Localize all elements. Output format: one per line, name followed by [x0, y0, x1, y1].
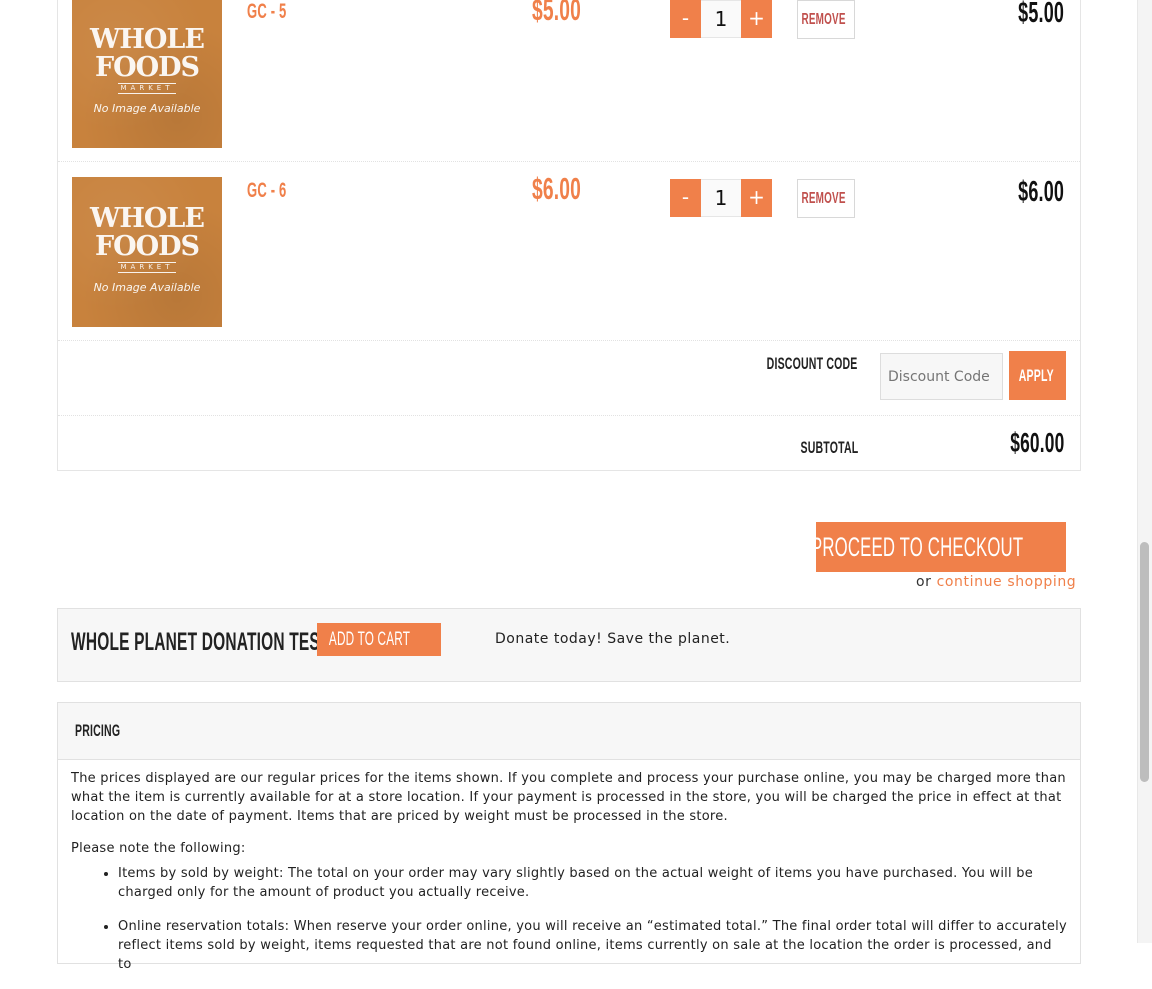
brand-line-1: WHOLE	[90, 24, 205, 55]
remove-button[interactable]: REMOVE	[797, 0, 855, 39]
donation-add-to-cart-button[interactable]: ADD TO CART	[317, 623, 441, 656]
pricing-heading: PRICING	[75, 721, 121, 740]
increase-quantity-button[interactable]: +	[741, 179, 772, 217]
brand-line-3: MARKET	[118, 262, 176, 273]
row-divider	[58, 161, 1080, 162]
continue-shopping-row: or continue shopping	[916, 574, 1076, 590]
pricing-header: PRICING	[58, 703, 1080, 760]
no-image-text: No Image Available	[93, 102, 201, 115]
quantity-stepper: - 1 +	[670, 179, 772, 217]
product-image[interactable]: WHOLE FOODS MARKET No Image Available	[72, 177, 222, 327]
remove-button[interactable]: REMOVE	[797, 179, 855, 218]
brand-line-1: WHOLE	[90, 203, 205, 234]
line-total: $6.00	[1018, 176, 1064, 208]
decrease-quantity-button[interactable]: -	[670, 0, 701, 38]
continue-shopping-link[interactable]: continue shopping	[937, 574, 1077, 590]
decrease-quantity-button[interactable]: -	[670, 179, 701, 217]
quantity-input[interactable]: 1	[701, 0, 741, 38]
line-total: $5.00	[1018, 0, 1064, 29]
no-image-text: No Image Available	[93, 281, 201, 294]
donation-panel: WHOLE PLANET DONATION TEST ADD TO CART D…	[57, 608, 1081, 682]
apply-discount-button[interactable]: APPLY	[1009, 351, 1066, 400]
cart-table: WHOLE FOODS MARKET No Image Available GC …	[57, 0, 1081, 471]
item-price: $5.00	[532, 0, 582, 27]
list-item: Items by sold by weight: The total on yo…	[118, 864, 1067, 902]
discount-code-input[interactable]	[880, 353, 1003, 400]
subtotal-value: $60.00	[1009, 427, 1064, 458]
brand-line-2: FOODS	[94, 52, 200, 83]
proceed-to-checkout-button[interactable]: PROCEED TO CHECKOUT	[811, 522, 1066, 572]
row-divider	[58, 340, 1080, 341]
pricing-paragraph: The prices displayed are our regular pri…	[71, 771, 1066, 824]
item-price: $6.00	[532, 171, 582, 206]
brand-line-3: MARKET	[118, 83, 176, 94]
subtotal-label: SUBTOTAL	[800, 438, 858, 457]
or-text: or	[916, 574, 932, 590]
item-name[interactable]: GC - 6	[247, 178, 311, 203]
brand-line-2: FOODS	[94, 231, 200, 262]
scrollbar-thumb[interactable]	[1140, 542, 1149, 782]
item-name[interactable]: GC - 5	[247, 0, 311, 24]
quantity-input[interactable]: 1	[701, 179, 741, 217]
pricing-body: The prices displayed are our regular pri…	[71, 769, 1067, 989]
increase-quantity-button[interactable]: +	[741, 0, 772, 38]
quantity-stepper: - 1 +	[670, 0, 772, 38]
row-divider	[58, 415, 1080, 416]
discount-code-label: DISCOUNT CODE	[767, 354, 858, 373]
donation-message: Donate today! Save the planet.	[495, 631, 731, 647]
pricing-note: Please note the following:	[71, 841, 246, 856]
scrollbar-track[interactable]	[1137, 0, 1152, 943]
product-image[interactable]: WHOLE FOODS MARKET No Image Available	[72, 0, 222, 148]
list-item: Online reservation totals: When reserve …	[118, 917, 1067, 974]
pricing-list: Items by sold by weight: The total on yo…	[71, 864, 1067, 974]
pricing-panel: PRICING The prices displayed are our reg…	[57, 702, 1081, 972]
